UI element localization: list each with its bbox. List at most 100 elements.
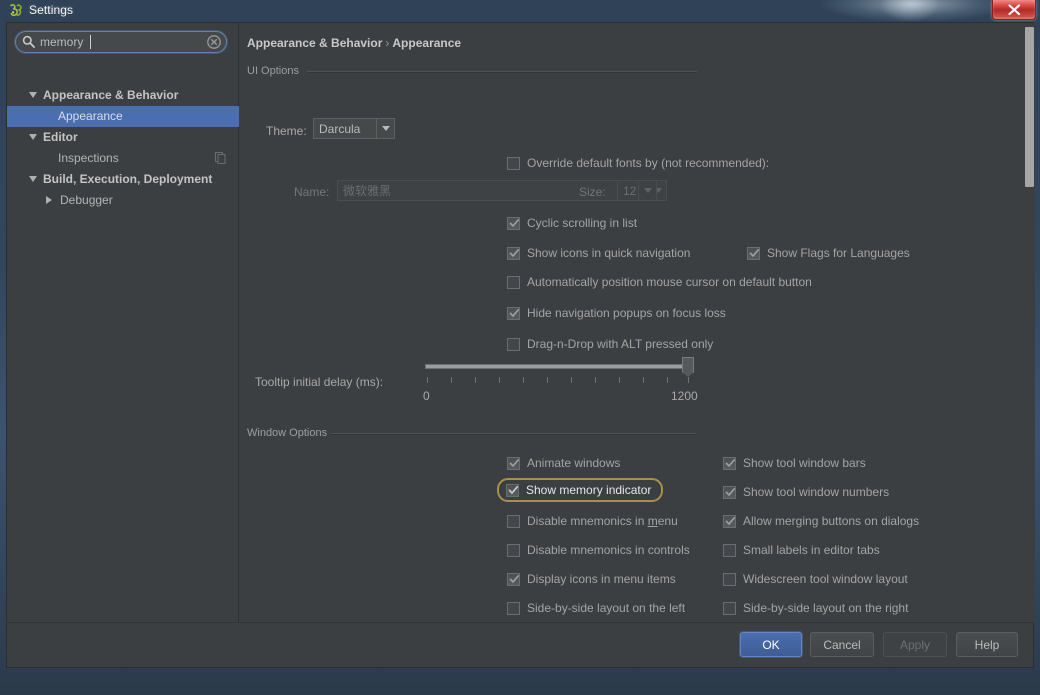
search-input-value: memory	[40, 35, 84, 49]
checkbox-label: Widescreen tool window layout	[743, 572, 908, 586]
disable-mnemonics-in-menu-checkbox[interactable]: Disable mnemonics in menu	[507, 512, 678, 530]
font-name-label: Name:	[294, 185, 330, 199]
chevron-down-icon	[638, 181, 656, 200]
checkbox-label: Automatically position mouse cursor on d…	[527, 275, 812, 289]
disable-mnemonics-in-controls-checkbox[interactable]: Disable mnemonics in controls	[507, 541, 690, 559]
check-icon	[508, 485, 519, 499]
settings-dialog: memory Appearance & Behavior Appearance	[6, 22, 1035, 668]
ok-button[interactable]: OK	[740, 632, 802, 657]
breadcrumb-root[interactable]: Appearance & Behavior	[247, 36, 382, 50]
sidebar-item-debugger[interactable]: Debugger	[7, 190, 239, 211]
checkbox-box	[507, 572, 520, 588]
animate-windows-checkbox[interactable]: Animate windows	[507, 454, 620, 472]
window-titlebar: Settings	[0, 0, 1040, 22]
checkbox-label: Show tool window bars	[743, 456, 866, 470]
checkbox-label: Drag-n-Drop with ALT pressed only	[527, 337, 714, 351]
check-icon	[509, 458, 520, 472]
search-icon	[22, 35, 35, 51]
sidebar-item-appearance-behavior[interactable]: Appearance & Behavior	[7, 85, 239, 106]
close-button[interactable]	[992, 0, 1036, 20]
widescreen-tool-window-layout-checkbox[interactable]: Widescreen tool window layout	[723, 570, 908, 588]
show-flags-for-languages-checkbox[interactable]: Show Flags for Languages	[747, 244, 910, 262]
check-icon	[725, 487, 736, 501]
show-tool-window-numbers-checkbox[interactable]: Show tool window numbers	[723, 483, 889, 501]
font-size-label: Size:	[579, 185, 606, 199]
checkbox-label: Animate windows	[527, 456, 621, 470]
checkbox-label: Allow merging buttons on dialogs	[743, 514, 920, 528]
hide-navigation-popups-checkbox[interactable]: Hide navigation popups on focus loss	[507, 304, 726, 322]
checkbox-box	[507, 246, 520, 262]
check-icon	[725, 516, 736, 530]
checkbox-label: Side-by-side layout on the right	[743, 601, 909, 615]
checkbox-box	[723, 601, 736, 615]
clear-circle-icon[interactable]	[207, 35, 221, 49]
sidebar-item-inspections[interactable]: Inspections	[7, 148, 239, 169]
tooltip-delay-label: Tooltip initial delay (ms):	[255, 375, 384, 389]
checkbox-label: Disable mnemonics in menu	[527, 514, 678, 528]
sidebar-item-editor[interactable]: Editor	[7, 127, 239, 148]
check-icon	[509, 574, 520, 588]
show-tool-window-bars-checkbox[interactable]: Show tool window bars	[723, 454, 866, 472]
settings-sidebar: memory Appearance & Behavior Appearance	[7, 23, 239, 623]
slider-fill	[426, 365, 690, 368]
sidebar-item-label: Appearance & Behavior	[43, 88, 179, 102]
cyclic-scrolling-checkbox[interactable]: Cyclic scrolling in list	[507, 214, 637, 232]
chevron-right-icon[interactable]	[46, 196, 52, 204]
checkbox-label: Display icons in menu items	[527, 572, 676, 586]
small-labels-editor-tabs-checkbox[interactable]: Small labels in editor tabs	[723, 541, 880, 559]
vertical-scrollbar-thumb[interactable]	[1025, 27, 1034, 187]
breadcrumb-separator: ›	[385, 36, 390, 50]
chevron-down-icon[interactable]	[29, 134, 37, 140]
slider-max-label: 1200	[671, 389, 698, 403]
checkbox-box	[506, 483, 519, 499]
help-button[interactable]: Help	[956, 632, 1018, 657]
cancel-button[interactable]: Cancel	[810, 632, 874, 657]
show-memory-indicator-checkbox[interactable]: Show memory indicator	[497, 478, 664, 502]
ui-options-header: UI Options	[247, 65, 299, 77]
sidebar-item-label: Debugger	[60, 193, 113, 207]
auto-position-mouse-cursor-checkbox[interactable]: Automatically position mouse cursor on d…	[507, 273, 812, 291]
theme-select[interactable]: Darcula	[313, 118, 395, 139]
font-size-select[interactable]: 12	[617, 180, 657, 201]
checkbox-label: Show icons in quick navigation	[527, 246, 691, 260]
checkbox-box	[507, 156, 520, 170]
checkbox-label: Small labels in editor tabs	[743, 543, 880, 557]
slider-thumb[interactable]	[682, 357, 694, 377]
checkbox-box	[723, 456, 736, 470]
side-by-side-layout-right-checkbox[interactable]: Side-by-side layout on the right	[723, 599, 908, 617]
side-by-side-layout-left-checkbox[interactable]: Side-by-side layout on the left	[507, 599, 685, 617]
show-icons-quick-navigation-checkbox[interactable]: Show icons in quick navigation	[507, 244, 690, 262]
vertical-scrollbar-track[interactable]	[1024, 23, 1035, 623]
theme-label: Theme:	[266, 124, 307, 138]
titlebar-glow-decoration	[820, 0, 1010, 22]
check-icon	[509, 248, 520, 262]
ui-options-divider	[307, 71, 697, 73]
allow-merging-buttons-checkbox[interactable]: Allow merging buttons on dialogs	[723, 512, 919, 530]
drag-n-drop-alt-checkbox[interactable]: Drag-n-Drop with ALT pressed only	[507, 335, 713, 353]
breadcrumb-leaf: Appearance	[392, 36, 462, 50]
checkbox-box	[507, 216, 520, 232]
sidebar-item-label: Build, Execution, Deployment	[43, 172, 213, 186]
settings-window: Settings memory Appearance & Behavior Ap…	[0, 0, 1040, 695]
chevron-down-icon[interactable]	[29, 92, 37, 98]
checkbox-label: Side-by-side layout on the left	[527, 601, 686, 615]
sidebar-item-appearance[interactable]: Appearance	[7, 106, 239, 127]
slider-min-label: 0	[423, 389, 430, 403]
checkbox-box	[723, 572, 736, 586]
checkbox-box	[507, 337, 520, 351]
checkbox-box	[723, 543, 736, 557]
dialog-button-bar: OK Cancel Apply Help	[7, 622, 1033, 667]
sidebar-item-build-execution-deployment[interactable]: Build, Execution, Deployment	[7, 169, 239, 190]
theme-select-value: Darcula	[319, 121, 361, 136]
checkbox-label: Show memory indicator	[526, 483, 652, 497]
breadcrumb: Appearance & Behavior › Appearance	[247, 36, 461, 50]
check-icon	[509, 218, 520, 232]
apply-button: Apply	[883, 632, 947, 657]
chevron-down-icon[interactable]	[29, 176, 37, 182]
checkbox-box	[507, 275, 520, 289]
checkbox-box	[723, 485, 736, 501]
search-box[interactable]: memory	[15, 31, 227, 53]
override-default-fonts-checkbox[interactable]: Override default fonts by (not recommend…	[507, 154, 769, 172]
display-icons-in-menu-items-checkbox[interactable]: Display icons in menu items	[507, 570, 676, 588]
window-title: Settings	[29, 3, 74, 17]
